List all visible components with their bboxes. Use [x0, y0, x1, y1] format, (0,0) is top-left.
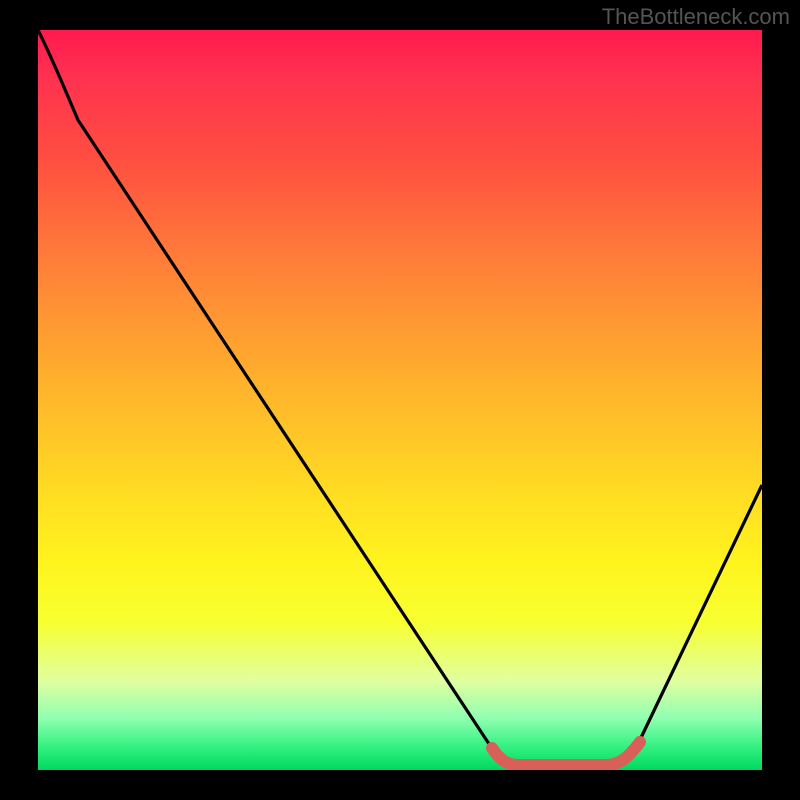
- optimal-range-highlight: [492, 742, 640, 765]
- watermark-text: TheBottleneck.com: [602, 4, 790, 30]
- bottleneck-curve-svg: [38, 30, 762, 770]
- chart-plot-area: [38, 30, 762, 770]
- bottleneck-curve-line: [38, 30, 762, 765]
